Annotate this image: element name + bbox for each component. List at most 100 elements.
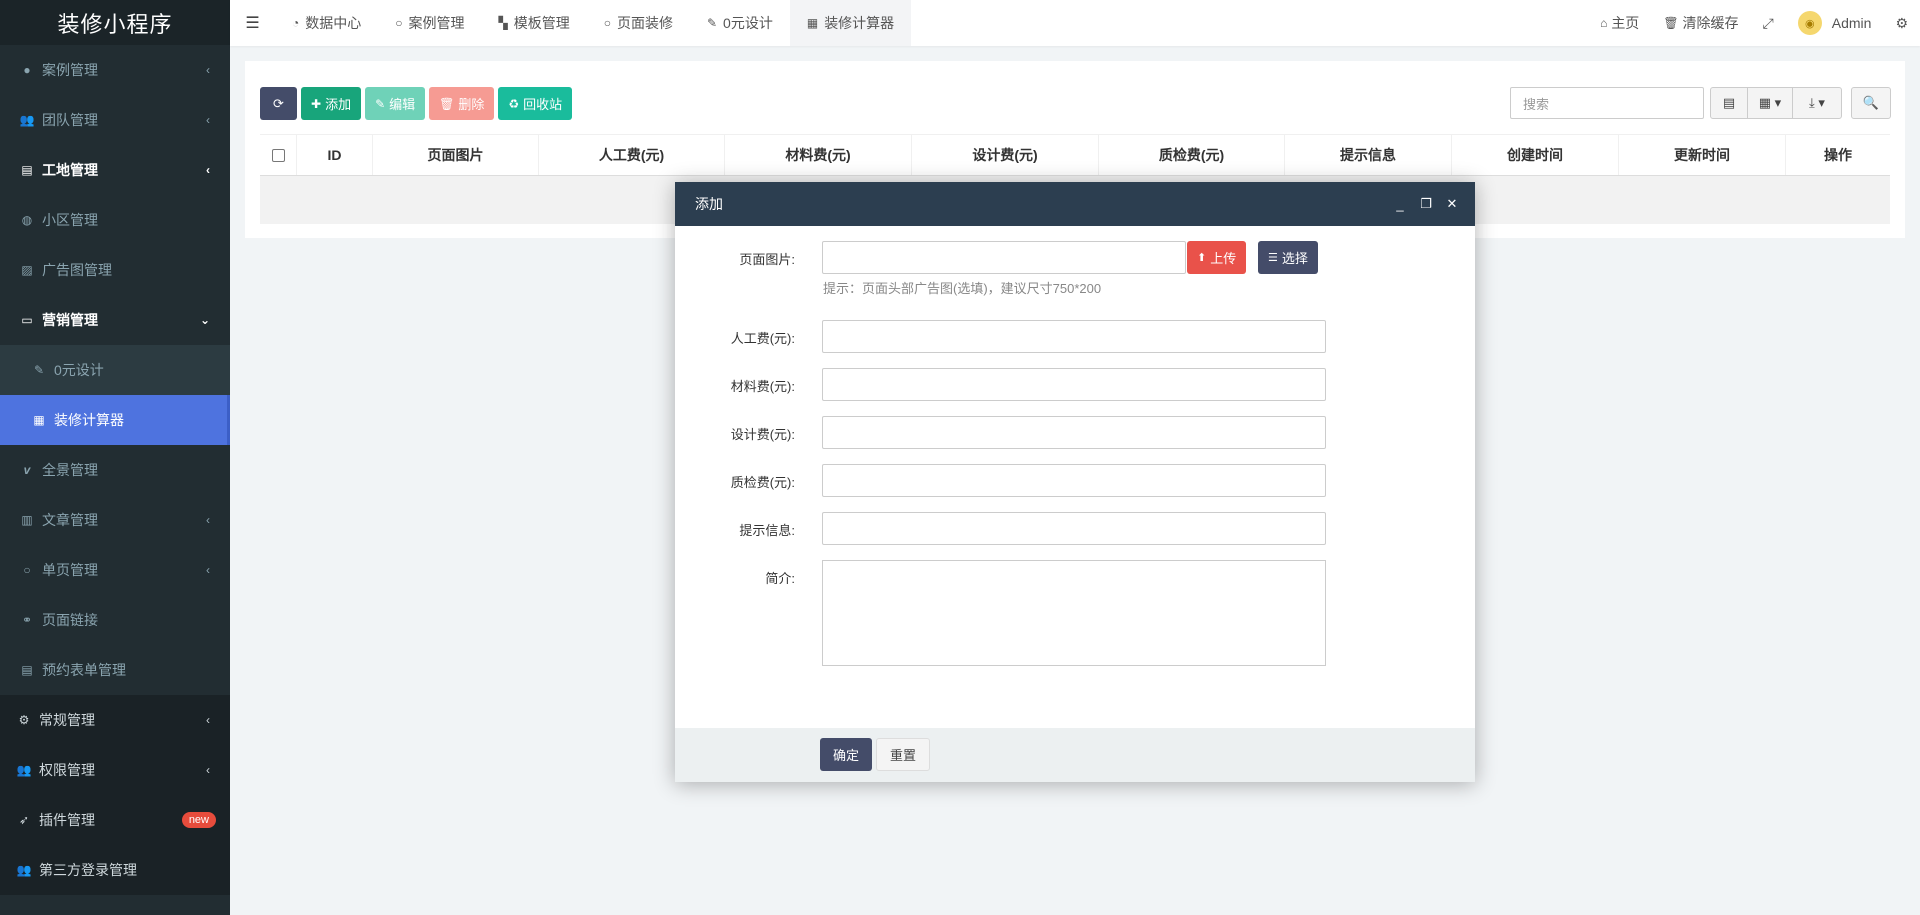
add-button[interactable]: ✚ 添加	[301, 87, 362, 120]
minimize-icon[interactable]: _	[1387, 197, 1413, 212]
chevron-left-icon: ‹	[206, 713, 210, 727]
home-icon: ⌂	[1600, 16, 1608, 30]
sidebar-item-label: 小区管理	[42, 212, 98, 228]
search-input[interactable]: 搜索	[1510, 87, 1704, 119]
sidebar-item-team[interactable]: 👥 团队管理 ‹	[0, 95, 230, 145]
chevron-down-icon: ⌄	[199, 313, 210, 327]
column-header[interactable]: 质检费(元)	[1099, 135, 1285, 175]
sidebar-item-zero-design[interactable]: ✎ 0元设计	[0, 345, 230, 395]
upload-icon: ⬆	[1197, 252, 1207, 264]
sidebar-item-community[interactable]: ◍ 小区管理	[0, 195, 230, 245]
sidebar-item-booking-form[interactable]: ▤ 预约表单管理	[0, 645, 230, 695]
close-icon[interactable]: ✕	[1439, 196, 1465, 212]
export-icon: ⤓ ▾	[1809, 95, 1825, 110]
fullscreen-icon[interactable]: ⤢	[1751, 0, 1786, 46]
export-button[interactable]: ⤓ ▾	[1792, 87, 1842, 119]
field-row-intro: 简介:	[675, 568, 795, 587]
sidebar-item-general[interactable]: ⚙ 常规管理 ‹	[0, 695, 230, 745]
sidebar-item-label: 团队管理	[42, 112, 98, 128]
sidebar-item-panorama[interactable]: v 全景管理	[0, 445, 230, 495]
refresh-icon: ⟳	[273, 95, 284, 111]
tab-calculator[interactable]: ▦ 装修计算器	[789, 0, 912, 46]
column-header[interactable]: ID	[297, 135, 373, 175]
sidebar-item-calculator[interactable]: ▦ 装修计算器	[0, 395, 230, 445]
columns-button[interactable]: ▦ ▾	[1747, 87, 1793, 119]
select-all-checkbox-cell[interactable]	[260, 135, 297, 175]
recycle-bin-button[interactable]: ♻ 回收站	[498, 87, 573, 120]
refresh-button[interactable]: ⟳	[260, 87, 297, 120]
settings-icon[interactable]: ⚙	[1883, 0, 1920, 46]
sidebar-item-third-party-login[interactable]: 👥 第三方登录管理	[0, 845, 230, 895]
sidebar-item-ads[interactable]: ▨ 广告图管理	[0, 245, 230, 295]
column-header[interactable]: 设计费(元)	[912, 135, 1099, 175]
inspection-cost-input[interactable]	[822, 464, 1326, 497]
pencil-icon: ✎	[375, 96, 386, 111]
tab-dashboard[interactable]: ◔ 数据中心	[275, 0, 378, 46]
image-icon: ▨	[21, 263, 33, 277]
sidebar-item-auth[interactable]: 👥 权限管理 ‹	[0, 745, 230, 795]
users-icon: 👥	[19, 113, 35, 127]
link-icon: ⚭	[21, 613, 33, 627]
sidebar-item-label: 全景管理	[42, 462, 98, 478]
delete-button[interactable]: 🗑 删除	[429, 87, 495, 120]
search-icon: 🔍	[1862, 95, 1880, 110]
select-all-checkbox[interactable]	[271, 148, 285, 162]
home-label: 主页	[1611, 15, 1640, 31]
rocket-icon: ➶	[18, 813, 30, 827]
field-label: 页面图片:	[739, 252, 795, 267]
column-header[interactable]: 提示信息	[1285, 135, 1452, 175]
material-cost-input[interactable]	[822, 368, 1326, 401]
tab-zero-design[interactable]: ✎ 0元设计	[690, 0, 790, 46]
users-icon: 👥	[16, 863, 32, 877]
list-icon: ▤	[1722, 95, 1736, 110]
dialog-title: 添加	[695, 196, 723, 212]
clear-cache-button[interactable]: 🗑 清除缓存	[1651, 0, 1750, 46]
sidebar-item-plugins[interactable]: ➶ 插件管理 new	[0, 795, 230, 845]
chessboard-icon: ▚	[498, 16, 508, 30]
design-cost-input[interactable]	[822, 416, 1326, 449]
vimeo-icon: v	[23, 463, 31, 477]
column-header[interactable]: 页面图片	[373, 135, 539, 175]
tab-page-decoration[interactable]: ○ 页面装修	[587, 0, 690, 46]
column-header[interactable]: 更新时间	[1619, 135, 1786, 175]
sidebar-item-cases[interactable]: ● 案例管理 ‹	[0, 45, 230, 95]
field-label: 材料费(元):	[730, 379, 795, 394]
upload-label: 上传	[1210, 251, 1237, 266]
field-label: 提示信息:	[739, 523, 795, 538]
app-logo[interactable]: 装修小程序	[0, 0, 230, 45]
top-nav-right: ⌂ 主页 🗑 清除缓存 ⤢ ◉ Admin ⚙	[1588, 0, 1920, 46]
tab-label: 数据中心	[305, 15, 362, 31]
column-header[interactable]: 人工费(元)	[539, 135, 725, 175]
tab-templates[interactable]: ▚ 模板管理	[482, 0, 587, 46]
trash-icon: 🗑	[1663, 16, 1679, 30]
upload-button[interactable]: ⬆ 上传	[1187, 241, 1247, 274]
tab-label: 0元设计	[723, 15, 773, 31]
sidebar-item-single-page[interactable]: ○ 单页管理 ‹	[0, 545, 230, 595]
column-header[interactable]: 创建时间	[1452, 135, 1619, 175]
maximize-icon[interactable]: ❐	[1413, 196, 1439, 212]
tab-cases[interactable]: ○ 案例管理	[378, 0, 481, 46]
sidebar-item-page-link[interactable]: ⚭ 页面链接	[0, 595, 230, 645]
page-image-input[interactable]	[822, 241, 1186, 274]
tab-label: 装修计算器	[824, 15, 895, 31]
user-menu[interactable]: ◉ Admin	[1786, 0, 1884, 46]
list-alt-icon: ▤	[21, 663, 33, 677]
column-header[interactable]: 材料费(元)	[725, 135, 912, 175]
labor-cost-input[interactable]	[822, 320, 1326, 353]
tip-info-input[interactable]	[822, 512, 1326, 545]
sidebar-item-articles[interactable]: ▥ 文章管理 ‹	[0, 495, 230, 545]
sidebar-item-site[interactable]: ▤ 工地管理 ‹	[0, 145, 230, 195]
select-button[interactable]: ☰ 选择	[1258, 241, 1318, 274]
confirm-button[interactable]: 确定	[820, 738, 873, 771]
home-link[interactable]: ⌂ 主页	[1588, 0, 1651, 46]
advanced-search-button[interactable]: 🔍	[1851, 87, 1891, 119]
toggle-view-button[interactable]: ▤	[1710, 87, 1748, 119]
reset-button[interactable]: 重置	[876, 738, 931, 771]
edit-button[interactable]: ✎ 编辑	[365, 87, 426, 120]
intro-textarea[interactable]	[822, 560, 1326, 666]
field-row-page-image: 页面图片:	[675, 249, 795, 268]
top-nav: ☰ ◔ 数据中心 ○ 案例管理 ▚ 模板管理 ○ 页面装修 ✎ 0元设计 ▦ 装…	[230, 0, 1920, 46]
menu-toggle-icon[interactable]: ☰	[230, 0, 275, 46]
sidebar-item-marketing[interactable]: ▭ 营销管理 ⌄	[0, 295, 230, 345]
chevron-left-icon: ‹	[206, 163, 210, 177]
